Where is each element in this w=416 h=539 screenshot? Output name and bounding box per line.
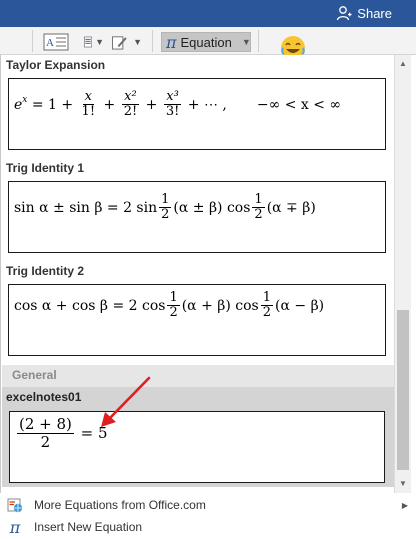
scroll-up-icon[interactable]: ▲	[399, 59, 407, 68]
pi-icon: π	[166, 32, 177, 52]
section-title-trig2: Trig Identity 2	[6, 264, 85, 278]
text-box-button[interactable]: A	[43, 32, 71, 52]
equation-button[interactable]: π Equation ▼	[161, 32, 251, 52]
equation-user[interactable]: (2 + 8) 2 = 5	[9, 411, 385, 483]
equation-label: Equation	[180, 34, 232, 50]
chevron-down-icon: ▼	[133, 37, 142, 47]
title-bar: Share	[0, 0, 416, 27]
user-equation-title: excelnotes01	[6, 390, 82, 404]
signature-line-button[interactable]: ▼	[112, 32, 142, 52]
svg-text:A: A	[46, 37, 54, 49]
emoji-icon[interactable]	[280, 35, 306, 57]
quick-parts-button[interactable]: ▼	[84, 32, 104, 52]
chevron-down-icon: ▼	[241, 37, 251, 47]
pi-icon: π	[9, 517, 21, 537]
ribbon-separator	[258, 30, 259, 52]
quick-parts-icon	[84, 36, 93, 48]
equation-trig-identity-2[interactable]: cos α + cos β = 2 cos 12 (α + β) cos 12 …	[8, 284, 386, 356]
scrollbar-thumb[interactable]	[397, 310, 409, 470]
ribbon-separator	[32, 30, 33, 52]
general-label: General	[12, 368, 57, 382]
text-box-icon: A	[43, 33, 69, 51]
share-label: Share	[357, 5, 392, 21]
chevron-down-icon: ▼	[95, 37, 104, 47]
vertical-scrollbar[interactable]: ▲ ▼	[394, 55, 411, 493]
section-title-trig1: Trig Identity 1	[6, 161, 85, 175]
equation-taylor-expansion[interactable]: ex = 1 + x 1! + x² 2! + x³ 3! + ⋯ , −∞ < x …	[8, 78, 386, 150]
taylor-formula: ex = 1 + x 1! + x² 2! + x³ 3! + ⋯ , −∞ < x …	[14, 89, 342, 120]
share-button[interactable]: Share	[336, 4, 392, 22]
ribbon-separator	[152, 30, 153, 52]
trig1-formula: sin α ± sin β = 2 sin 12 (α ± β) cos 12 …	[14, 192, 316, 223]
menu-item-insert-new-equation[interactable]: π Insert New Equation	[0, 516, 416, 538]
person-icon	[337, 6, 352, 21]
section-title-taylor: Taylor Expansion	[6, 58, 106, 72]
office-online-icon	[7, 497, 23, 513]
ribbon: A ▼ ▼ π Equation ▼	[0, 27, 416, 57]
chevron-right-icon: ▶	[401, 500, 408, 510]
trig2-formula: cos α + cos β = 2 cos 12 (α + β) cos 12 …	[14, 290, 325, 321]
user-equation-item[interactable]: excelnotes01 (2 + 8) 2 = 5	[2, 387, 394, 487]
insert-new-equation-label: Insert New Equation	[34, 520, 143, 534]
red-arrow-annotation	[101, 376, 151, 427]
equation-gallery: Taylor Expansion ex = 1 + x 1! + x² 2! + x…	[0, 55, 416, 493]
general-category-header: General	[2, 365, 394, 387]
more-equations-label: More Equations from Office.com	[34, 498, 206, 512]
scroll-down-icon[interactable]: ▼	[399, 479, 407, 488]
menu-item-more-equations[interactable]: More Equations from Office.com ▶	[0, 494, 416, 516]
signature-icon	[112, 36, 127, 50]
equation-trig-identity-1[interactable]: sin α ± sin β = 2 sin 12 (α ± β) cos 12 …	[8, 181, 386, 253]
